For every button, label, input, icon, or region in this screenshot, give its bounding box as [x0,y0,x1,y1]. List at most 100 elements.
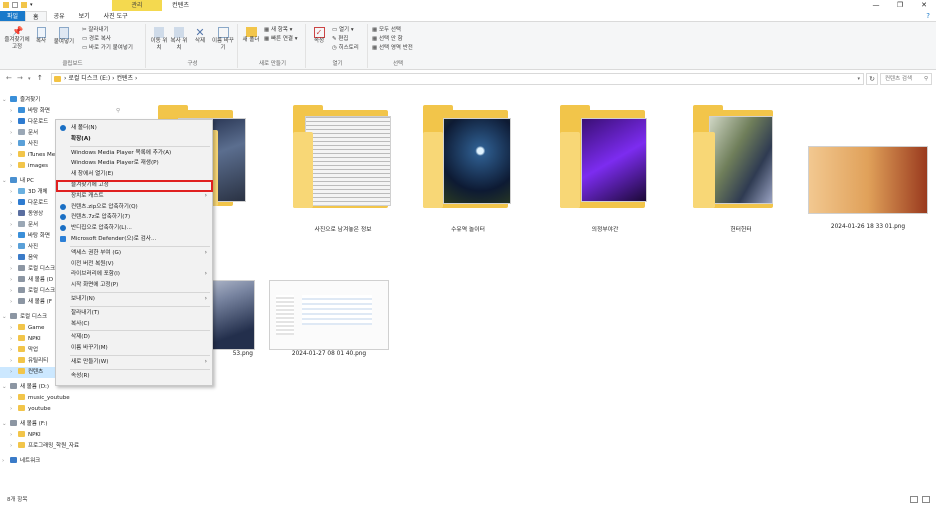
chevron-right-icon[interactable]: › [10,356,18,367]
new-item-button[interactable]: ▦ 새 항목 ▾ [264,27,292,34]
new-folder-button[interactable]: 새 폴더 [242,27,260,44]
nav-item[interactable]: › 바탕 화면 ⚲ [0,106,122,117]
context-menu-item[interactable]: 새로 만들기(W) › [56,357,212,367]
chevron-right-icon[interactable]: › [10,253,18,264]
context-menu-item[interactable]: 장치로 캐스트 › [56,191,212,201]
folder-item[interactable]: 사진으로 남겨놓은 정보 [283,102,403,233]
tab-home[interactable]: 홈 [25,11,47,21]
move-to-button[interactable]: 이동 위치 [150,27,168,52]
nav-item[interactable]: › youtube [0,404,122,415]
context-menu-item[interactable]: 새 폴더(N) [56,123,212,133]
context-menu-item[interactable]: 보내기(N) › [56,294,212,304]
context-menu-item[interactable]: 복사(C) [56,319,212,329]
new-folder-qat-icon[interactable] [21,2,27,8]
tab-view[interactable]: 보기 [72,11,97,21]
chevron-right-icon[interactable]: › [10,128,18,139]
chevron-right-icon[interactable]: › [10,264,18,275]
chevron-right-icon[interactable]: › [10,334,18,345]
chevron-right-icon[interactable]: › [10,150,18,161]
chevron-right-icon[interactable]: › [10,198,18,209]
close-button[interactable]: ✕ [912,0,936,11]
delete-button[interactable]: ✕ 삭제 [192,27,208,45]
nav-item[interactable]: ⌄ 즐겨찾기 [0,95,122,106]
chevron-right-icon[interactable]: › [10,323,18,334]
context-menu-item[interactable]: Windows Media Player 목록에 추가(A) [56,148,212,158]
chevron-right-icon[interactable]: › [10,209,18,220]
chevron-right-icon[interactable]: › [10,242,18,253]
chevron-right-icon[interactable]: › [10,393,18,404]
context-menu-item[interactable]: 삭제(D) [56,332,212,342]
address-bar[interactable]: › 로컬 디스크 (E:) › 컨텐츠 › ▾ [51,73,864,85]
tab-file[interactable]: 파일 [0,11,26,21]
refresh-button[interactable]: ↻ [866,73,878,85]
tab-picture-tools[interactable]: 사진 도구 [97,11,135,21]
context-menu-item[interactable]: 잘라내기(T) [56,308,212,318]
breadcrumb-contents[interactable]: 컨텐츠 [116,75,133,82]
tab-share[interactable]: 공유 [47,11,72,21]
up-arrow-icon[interactable]: ↑ [37,74,43,82]
chevron-right-icon[interactable]: › [10,367,18,378]
select-all-button[interactable]: ▦ 모두 선택 [372,27,401,34]
search-input[interactable]: 컨텐츠 검색 ⚲ [880,73,932,85]
context-menu-item[interactable]: 이름 바꾸기(M) [56,343,212,353]
properties-button[interactable]: ✓ 속성 [310,27,328,45]
details-view-icon[interactable] [910,496,918,503]
nav-item[interactable]: ⌄ 새 볼륨 (F:) [0,419,122,430]
chevron-right-icon[interactable]: › [10,231,18,242]
context-menu-item[interactable]: 속성(R) [56,371,212,381]
invert-selection-button[interactable]: ▦ 선택 영역 반전 [372,45,413,52]
chevron-down-icon[interactable]: ⌄ [2,312,10,323]
maximize-button[interactable]: ❐ [888,0,912,11]
folder-item[interactable]: 의정부야간 [545,102,665,233]
chevron-right-icon[interactable]: › [10,275,18,286]
chevron-down-icon[interactable]: ⌄ [2,176,10,187]
folder-item[interactable]: 헌터헌터 [681,102,801,233]
copy-path-button[interactable]: ▭ 경로 복사 [82,36,111,43]
context-menu-item[interactable]: Microsoft Defender(으)로 검사... [56,234,212,244]
chevron-right-icon[interactable]: › [10,106,18,117]
image-item[interactable]: 2024-01-26 18 33 01.png [808,102,928,232]
chevron-down-icon[interactable]: ⌄ [2,419,10,430]
chevron-right-icon[interactable]: › [10,220,18,231]
minimize-button[interactable]: — [864,0,888,11]
nav-item[interactable]: › NPKI [0,430,122,441]
chevron-right-icon[interactable]: › [10,404,18,415]
context-menu-item[interactable]: 컨텐츠.zip으로 압축하기(Q) [56,202,212,212]
chevron-right-icon[interactable]: › [10,139,18,150]
help-icon[interactable]: ? [926,12,930,20]
select-none-button[interactable]: ▦ 선택 안 함 [372,36,403,43]
address-dropdown-icon[interactable]: ▾ [857,74,860,84]
folder-item[interactable]: 수유역 놀이터 [408,102,528,233]
copy-to-button[interactable]: 복사 위치 [170,27,188,52]
context-menu-item[interactable]: 확장(A) [56,134,212,144]
chevron-right-icon[interactable]: › [10,161,18,172]
properties-qat-icon[interactable] [12,2,18,8]
chevron-right-icon[interactable]: › [10,117,18,128]
large-icons-view-icon[interactable] [922,496,930,503]
chevron-right-icon[interactable]: › [10,297,18,308]
context-menu-item[interactable]: 반디집으로 압축하기(L)... [56,223,212,233]
rename-button[interactable]: 이름 바꾸기 [212,27,234,52]
chevron-down-icon[interactable]: ▾ [30,2,36,8]
chevron-down-icon[interactable]: ⌄ [2,382,10,393]
cut-button[interactable]: ✂ 잘라내기 [82,27,109,34]
forward-arrow-icon[interactable]: → [17,74,23,82]
recent-chevron-icon[interactable]: ▾ [28,76,31,82]
context-menu-item[interactable]: 라이브러리에 포함(I) › [56,269,212,279]
edit-button[interactable]: ✎ 편집 [332,36,348,43]
context-menu-item[interactable]: 새 창에서 열기(E) [56,169,212,179]
manage-context-tab[interactable]: 관리 [112,0,162,11]
breadcrumb-local-disk-e[interactable]: 로컬 디스크 (E:) [68,75,110,82]
context-menu-item[interactable]: 액세스 권한 부여 (G) › [56,248,212,258]
paste-shortcut-button[interactable]: ▭ 바로 가기 붙여넣기 [82,45,133,52]
context-menu-item[interactable]: 시작 화면에 고정(P) [56,280,212,290]
chevron-down-icon[interactable]: ⌄ [2,95,10,106]
chevron-right-icon[interactable]: › [10,345,18,356]
back-arrow-icon[interactable]: ← [6,74,12,82]
chevron-right-icon[interactable]: › [10,430,18,441]
nav-item[interactable]: › music_youtube [0,393,122,404]
context-menu-item[interactable]: 컨텐츠.7z로 압축하기(7) [56,212,212,222]
pin-to-quick-access-button[interactable]: 📌 즐겨찾기에 고정 [2,27,32,51]
context-menu-item[interactable]: 이전 버전 복원(V) [56,259,212,269]
chevron-down-icon[interactable]: › [2,456,10,467]
